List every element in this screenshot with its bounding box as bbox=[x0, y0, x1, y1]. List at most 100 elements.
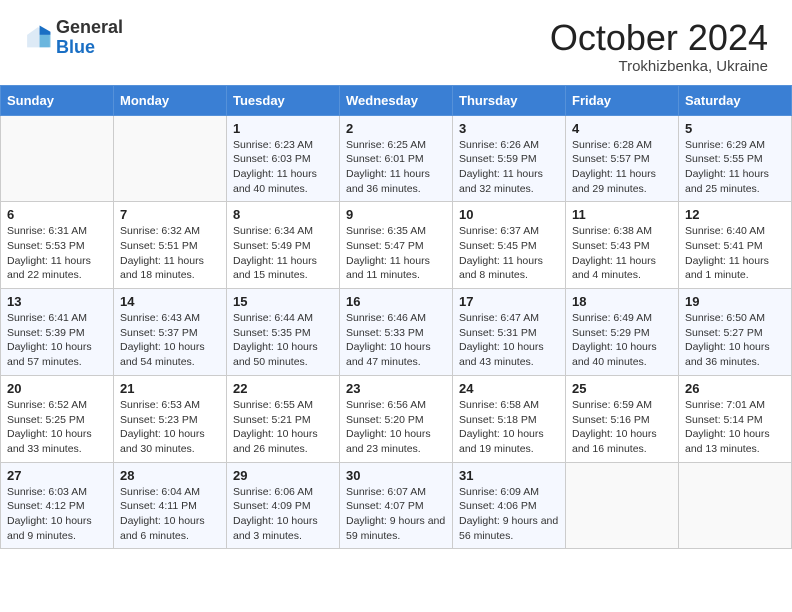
weekday-header: Tuesday bbox=[227, 85, 340, 115]
calendar-cell: 4 Sunrise: 6:28 AMSunset: 5:57 PMDaylight… bbox=[566, 115, 679, 202]
day-info: Sunrise: 6:58 AMSunset: 5:18 PMDaylight:… bbox=[459, 398, 559, 457]
calendar-table: SundayMondayTuesdayWednesdayThursdayFrid… bbox=[0, 85, 792, 550]
day-info: Sunrise: 6:35 AMSunset: 5:47 PMDaylight:… bbox=[346, 224, 446, 283]
calendar-cell: 14 Sunrise: 6:43 AMSunset: 5:37 PMDayligh… bbox=[114, 289, 227, 376]
calendar-week-row: 1 Sunrise: 6:23 AMSunset: 6:03 PMDaylight… bbox=[1, 115, 792, 202]
calendar-cell: 7Sunrise: 6:32 AMSunset: 5:51 PMDaylight… bbox=[114, 202, 227, 289]
day-info: Sunrise: 6:43 AMSunset: 5:37 PMDaylight:… bbox=[120, 311, 220, 370]
logo-text: General Blue bbox=[56, 18, 123, 58]
calendar-cell: 5 Sunrise: 6:29 AMSunset: 5:55 PMDaylight… bbox=[679, 115, 792, 202]
day-info: Sunrise: 6:23 AMSunset: 6:03 PMDaylight:… bbox=[233, 138, 333, 197]
day-info: Sunrise: 6:34 AMSunset: 5:49 PMDaylight:… bbox=[233, 224, 333, 283]
day-number: 22 bbox=[233, 381, 333, 396]
day-info: Sunrise: 6:37 AMSunset: 5:45 PMDaylight:… bbox=[459, 224, 559, 283]
calendar-cell: 15 Sunrise: 6:44 AMSunset: 5:35 PMDayligh… bbox=[227, 289, 340, 376]
calendar-header: SundayMondayTuesdayWednesdayThursdayFrid… bbox=[1, 85, 792, 115]
weekday-header: Friday bbox=[566, 85, 679, 115]
logo-icon bbox=[24, 24, 52, 52]
day-info: Sunrise: 6:03 AMSunset: 4:12 PMDaylight:… bbox=[7, 485, 107, 544]
calendar-cell: 18 Sunrise: 6:49 AMSunset: 5:29 PMDayligh… bbox=[566, 289, 679, 376]
day-number: 6 bbox=[7, 207, 107, 222]
day-number: 1 bbox=[233, 121, 333, 136]
day-number: 9 bbox=[346, 207, 446, 222]
day-number: 15 bbox=[233, 294, 333, 309]
subtitle: Trokhizbenka, Ukraine bbox=[550, 58, 768, 75]
title-block: October 2024 Trokhizbenka, Ukraine bbox=[550, 18, 768, 75]
day-number: 8 bbox=[233, 207, 333, 222]
day-info: Sunrise: 6:44 AMSunset: 5:35 PMDaylight:… bbox=[233, 311, 333, 370]
weekday-header: Thursday bbox=[453, 85, 566, 115]
day-info: Sunrise: 6:28 AMSunset: 5:57 PMDaylight:… bbox=[572, 138, 672, 197]
weekday-header: Wednesday bbox=[340, 85, 453, 115]
day-number: 21 bbox=[120, 381, 220, 396]
calendar-cell: 23 Sunrise: 6:56 AMSunset: 5:20 PMDayligh… bbox=[340, 375, 453, 462]
calendar-cell: 31 Sunrise: 6:09 AMSunset: 4:06 PMDayligh… bbox=[453, 462, 566, 549]
day-number: 26 bbox=[685, 381, 785, 396]
day-number: 25 bbox=[572, 381, 672, 396]
day-info: Sunrise: 6:55 AMSunset: 5:21 PMDaylight:… bbox=[233, 398, 333, 457]
calendar-week-row: 6Sunrise: 6:31 AMSunset: 5:53 PMDaylight… bbox=[1, 202, 792, 289]
calendar-cell: 21 Sunrise: 6:53 AMSunset: 5:23 PMDayligh… bbox=[114, 375, 227, 462]
day-info: Sunrise: 6:47 AMSunset: 5:31 PMDaylight:… bbox=[459, 311, 559, 370]
calendar-cell: 30Sunrise: 6:07 AMSunset: 4:07 PMDayligh… bbox=[340, 462, 453, 549]
calendar-cell: 13 Sunrise: 6:41 AMSunset: 5:39 PMDayligh… bbox=[1, 289, 114, 376]
calendar-cell: 25Sunrise: 6:59 AMSunset: 5:16 PMDayligh… bbox=[566, 375, 679, 462]
day-number: 13 bbox=[7, 294, 107, 309]
calendar-cell bbox=[1, 115, 114, 202]
calendar-cell: 19 Sunrise: 6:50 AMSunset: 5:27 PMDayligh… bbox=[679, 289, 792, 376]
day-info: Sunrise: 6:50 AMSunset: 5:27 PMDaylight:… bbox=[685, 311, 785, 370]
day-info: Sunrise: 7:01 AMSunset: 5:14 PMDaylight:… bbox=[685, 398, 785, 457]
calendar-cell: 20 Sunrise: 6:52 AMSunset: 5:25 PMDayligh… bbox=[1, 375, 114, 462]
day-info: Sunrise: 6:56 AMSunset: 5:20 PMDaylight:… bbox=[346, 398, 446, 457]
calendar-cell bbox=[566, 462, 679, 549]
calendar-cell: 29 Sunrise: 6:06 AMSunset: 4:09 PMDayligh… bbox=[227, 462, 340, 549]
day-info: Sunrise: 6:04 AMSunset: 4:11 PMDaylight:… bbox=[120, 485, 220, 544]
day-number: 20 bbox=[7, 381, 107, 396]
day-number: 18 bbox=[572, 294, 672, 309]
calendar-cell: 28 Sunrise: 6:04 AMSunset: 4:11 PMDayligh… bbox=[114, 462, 227, 549]
day-info: Sunrise: 6:29 AMSunset: 5:55 PMDaylight:… bbox=[685, 138, 785, 197]
calendar-cell bbox=[114, 115, 227, 202]
day-info: Sunrise: 6:06 AMSunset: 4:09 PMDaylight:… bbox=[233, 485, 333, 544]
calendar-cell bbox=[679, 462, 792, 549]
day-number: 14 bbox=[120, 294, 220, 309]
day-info: Sunrise: 6:09 AMSunset: 4:06 PMDaylight:… bbox=[459, 485, 559, 544]
day-info: Sunrise: 6:52 AMSunset: 5:25 PMDaylight:… bbox=[7, 398, 107, 457]
day-number: 2 bbox=[346, 121, 446, 136]
calendar-body: 1 Sunrise: 6:23 AMSunset: 6:03 PMDaylight… bbox=[1, 115, 792, 549]
day-info: Sunrise: 6:32 AMSunset: 5:51 PMDaylight:… bbox=[120, 224, 220, 283]
day-info: Sunrise: 6:25 AMSunset: 6:01 PMDaylight:… bbox=[346, 138, 446, 197]
calendar-cell: 22 Sunrise: 6:55 AMSunset: 5:21 PMDayligh… bbox=[227, 375, 340, 462]
day-number: 28 bbox=[120, 468, 220, 483]
weekday-header: Sunday bbox=[1, 85, 114, 115]
weekday-header: Saturday bbox=[679, 85, 792, 115]
calendar-cell: 8 Sunrise: 6:34 AMSunset: 5:49 PMDaylight… bbox=[227, 202, 340, 289]
day-number: 12 bbox=[685, 207, 785, 222]
calendar-cell: 16Sunrise: 6:46 AMSunset: 5:33 PMDayligh… bbox=[340, 289, 453, 376]
day-number: 17 bbox=[459, 294, 559, 309]
calendar-cell: 2 Sunrise: 6:25 AMSunset: 6:01 PMDaylight… bbox=[340, 115, 453, 202]
calendar-cell: 3Sunrise: 6:26 AMSunset: 5:59 PMDaylight… bbox=[453, 115, 566, 202]
day-info: Sunrise: 6:40 AMSunset: 5:41 PMDaylight:… bbox=[685, 224, 785, 283]
day-info: Sunrise: 6:53 AMSunset: 5:23 PMDaylight:… bbox=[120, 398, 220, 457]
day-info: Sunrise: 6:49 AMSunset: 5:29 PMDaylight:… bbox=[572, 311, 672, 370]
day-number: 10 bbox=[459, 207, 559, 222]
day-number: 19 bbox=[685, 294, 785, 309]
day-number: 5 bbox=[685, 121, 785, 136]
logo: General Blue bbox=[24, 18, 123, 58]
calendar-cell: 27Sunrise: 6:03 AMSunset: 4:12 PMDayligh… bbox=[1, 462, 114, 549]
calendar-cell: 12 Sunrise: 6:40 AMSunset: 5:41 PMDayligh… bbox=[679, 202, 792, 289]
day-number: 24 bbox=[459, 381, 559, 396]
day-info: Sunrise: 6:38 AMSunset: 5:43 PMDaylight:… bbox=[572, 224, 672, 283]
day-number: 4 bbox=[572, 121, 672, 136]
weekday-header: Monday bbox=[114, 85, 227, 115]
calendar-cell: 26 Sunrise: 7:01 AMSunset: 5:14 PMDayligh… bbox=[679, 375, 792, 462]
calendar-week-row: 20 Sunrise: 6:52 AMSunset: 5:25 PMDayligh… bbox=[1, 375, 792, 462]
day-info: Sunrise: 6:41 AMSunset: 5:39 PMDaylight:… bbox=[7, 311, 107, 370]
weekday-row: SundayMondayTuesdayWednesdayThursdayFrid… bbox=[1, 85, 792, 115]
day-number: 31 bbox=[459, 468, 559, 483]
day-number: 23 bbox=[346, 381, 446, 396]
day-number: 29 bbox=[233, 468, 333, 483]
day-number: 3 bbox=[459, 121, 559, 136]
day-number: 30 bbox=[346, 468, 446, 483]
